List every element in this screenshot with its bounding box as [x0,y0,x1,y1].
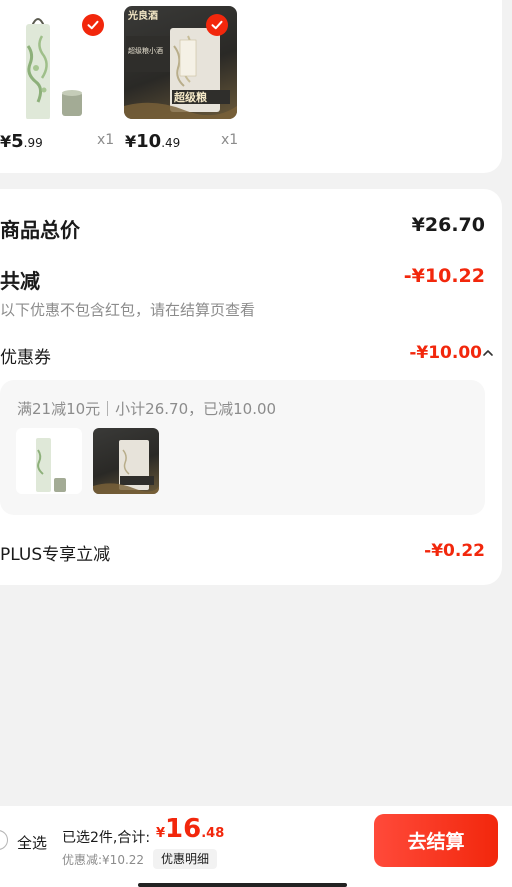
total-price-value: ¥26.70 [411,214,485,236]
product-checked-icon[interactable] [206,14,228,36]
product-price: ¥10.49 [125,131,180,152]
price-decimal: .49 [161,136,181,150]
product-checked-icon[interactable] [82,14,104,36]
product-big-text: 超级粮 [173,90,207,104]
home-indicator [138,883,347,887]
total-reduction-label: 共减 [0,269,40,293]
price-currency: ¥ [0,132,12,151]
product-quantity: x1 [97,132,115,148]
total-price-label: 商品总价 [0,218,80,242]
coupon-value[interactable]: -¥10.00 [409,343,482,363]
plus-discount-label: PLUS专享立减 [0,545,111,565]
chevron-up-icon[interactable] [482,346,494,360]
total-integer: 16 [165,814,202,844]
price-decimal: .99 [23,136,43,150]
grand-total-price: ¥16.48 [156,814,224,844]
product-price: ¥5.99 [0,131,43,152]
plus-discount-value: -¥0.22 [424,541,485,561]
price-integer: 5 [11,131,24,152]
total-reduction-value: -¥10.22 [403,265,485,287]
selected-count-text: 已选2件,合计: [62,830,151,846]
price-integer: 10 [136,131,162,152]
discount-note: 以下优惠不包含红包，请在结算页查看 [0,301,256,319]
brand-logo-text: 光良酒 [127,9,158,22]
total-currency: ¥ [156,826,166,841]
total-decimal: .48 [201,826,225,841]
coupon-label[interactable]: 优惠券 [0,343,51,368]
product-quantity: x1 [221,132,239,148]
coupon-product-thumb-liquor [93,428,159,494]
product-label-text: 超级粮小酒 [128,46,163,55]
price-currency: ¥ [125,132,137,151]
coupon-product-thumb-tube [16,428,82,494]
coupon-description: 满21减10元｜小计26.70，已减10.00 [17,400,277,418]
select-all-label[interactable]: 全选 [17,832,47,853]
discount-amount-text: 优惠减:¥10.22 [62,853,145,867]
discount-detail-button[interactable]: 优惠明细 [153,849,218,869]
checkout-button[interactable]: 去结算 [374,814,498,867]
